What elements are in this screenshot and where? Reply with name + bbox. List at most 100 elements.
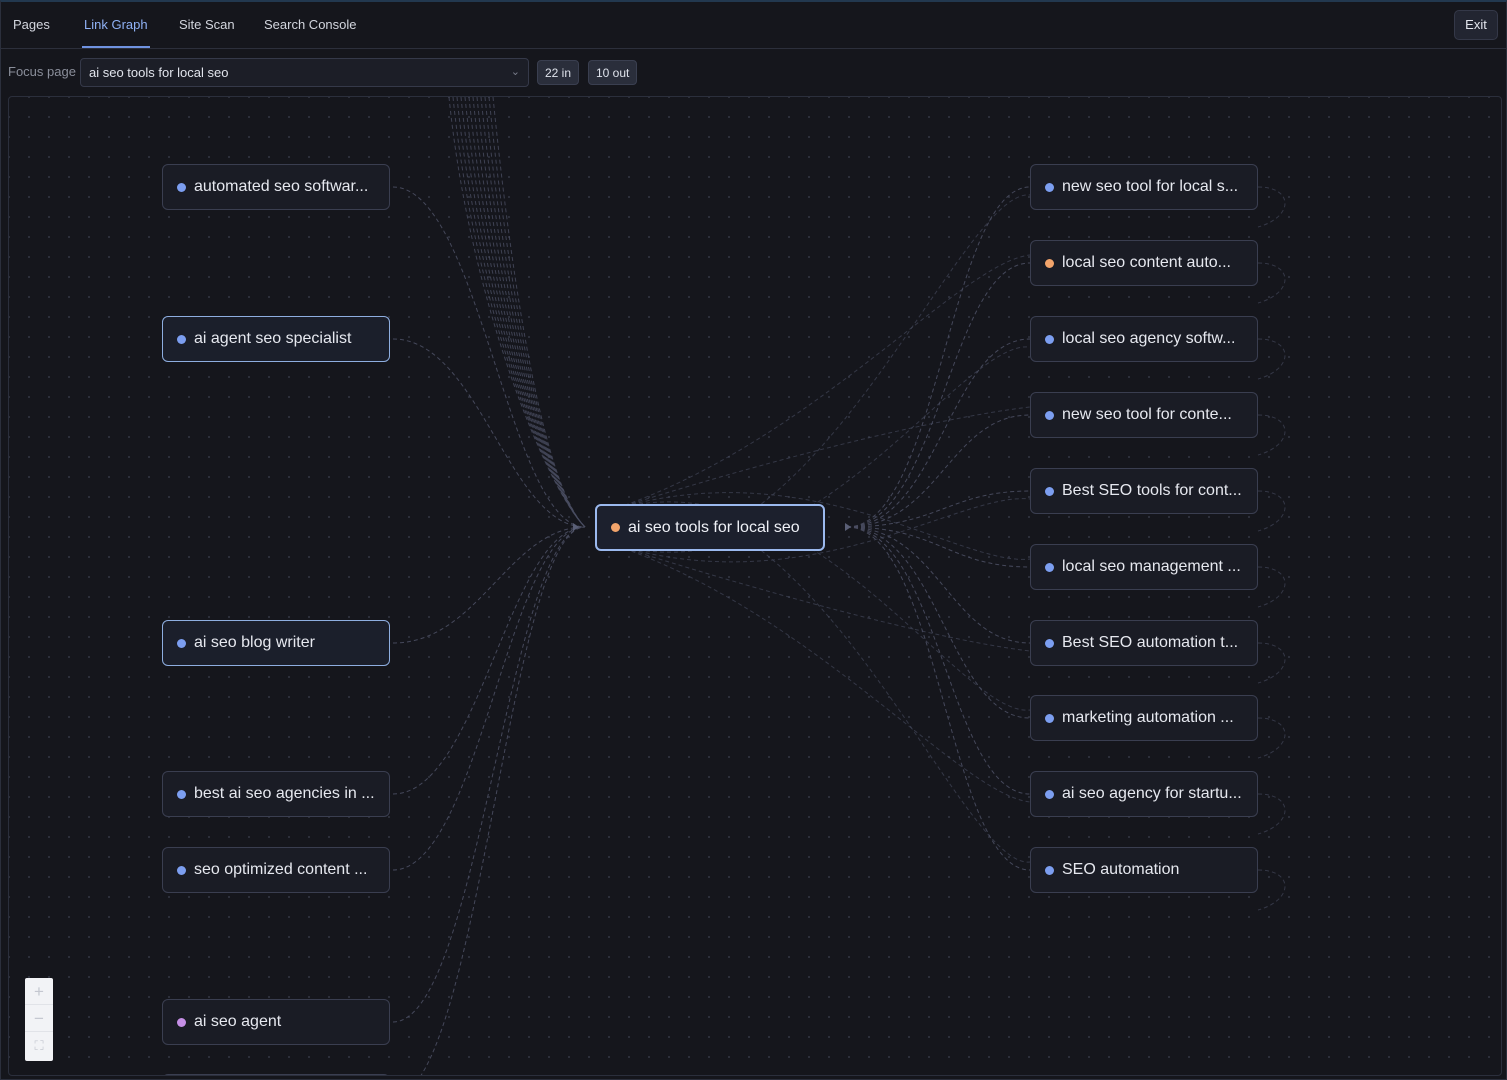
- link-edge: [456, 97, 586, 528]
- exit-button[interactable]: Exit: [1454, 10, 1498, 40]
- left-node-automated-seo-software[interactable]: automated seo softwar...: [162, 164, 390, 210]
- node-label: new seo tool for conte...: [1062, 406, 1232, 423]
- node-label: best ai seo agencies in ...: [194, 785, 375, 802]
- node-label: ai seo agency for startu...: [1062, 785, 1242, 802]
- tab-pages[interactable]: Pages: [11, 2, 52, 48]
- right-node-marketing-automation[interactable]: marketing automation ...: [1030, 695, 1258, 741]
- graph-edges: [392, 97, 1286, 1075]
- right-node-local-seo-agency-software[interactable]: local seo agency softw...: [1030, 316, 1258, 362]
- node-dot-icon: [1045, 487, 1054, 496]
- node-label: new seo tool for local s...: [1062, 178, 1239, 195]
- link-edge: [1257, 338, 1286, 380]
- inbound-count-badge: 22 in: [537, 60, 580, 85]
- outbound-count-badge: 10 out: [588, 60, 638, 85]
- link-edge: [468, 97, 586, 528]
- node-dot-icon: [1045, 183, 1054, 192]
- node-label: local seo agency softw...: [1062, 330, 1236, 347]
- node-label: Best SEO tools for cont...: [1062, 482, 1242, 499]
- link-edge: [604, 254, 1031, 513]
- node-dot-icon: [1045, 866, 1054, 875]
- tab-search-console[interactable]: Search Console: [262, 2, 359, 48]
- node-label: automated seo softwar...: [194, 178, 369, 195]
- node-label: local seo management ...: [1062, 558, 1241, 575]
- app-window: Pages Link Graph Site Scan Search Consol…: [0, 0, 1507, 1080]
- node-dot-icon: [1045, 259, 1054, 268]
- node-dot-icon: [177, 866, 186, 875]
- link-edge: [846, 526, 1031, 795]
- node-dot-icon: [1045, 639, 1054, 648]
- edge-arrow-icon: [845, 523, 851, 531]
- right-node-ai-seo-agency-startups[interactable]: ai seo agency for startu...: [1030, 771, 1258, 817]
- left-node-best-ai-seo-agencies[interactable]: best ai seo agencies in ...: [162, 771, 390, 817]
- node-dot-icon: [611, 523, 620, 532]
- left-node-seo-optimized-content[interactable]: seo optimized content ...: [162, 847, 390, 893]
- link-edge: [392, 526, 586, 795]
- node-dot-icon: [1045, 563, 1054, 572]
- link-edge: [604, 541, 1031, 652]
- zoom-in-button[interactable]: +: [25, 978, 53, 1005]
- node-label: seo optimized content ...: [194, 861, 368, 878]
- link-edge: [604, 541, 1031, 803]
- left-node-ai-seo-blog-writer[interactable]: ai seo blog writer: [162, 620, 390, 666]
- node-dot-icon: [1045, 790, 1054, 799]
- right-node-seo-automation[interactable]: SEO automation: [1030, 847, 1258, 893]
- node-dot-icon: [1045, 411, 1054, 420]
- right-node-best-seo-tools-content[interactable]: Best SEO tools for cont...: [1030, 468, 1258, 514]
- node-label: SEO automation: [1062, 861, 1180, 878]
- node-label: local seo content auto...: [1062, 254, 1231, 271]
- right-node-new-seo-tool-local[interactable]: new seo tool for local s...: [1030, 164, 1258, 210]
- link-edge: [420, 526, 586, 1075]
- node-dot-icon: [177, 639, 186, 648]
- link-edge: [604, 406, 1031, 513]
- tab-link-graph[interactable]: Link Graph: [82, 2, 150, 48]
- link-edge: [1257, 414, 1286, 456]
- link-edge: [1257, 566, 1286, 608]
- link-edge: [464, 97, 586, 528]
- right-node-best-seo-automation[interactable]: Best SEO automation t...: [1030, 620, 1258, 666]
- link-edge: [392, 526, 586, 871]
- link-graph-canvas[interactable]: automated seo softwar... ai agent seo sp…: [8, 96, 1502, 1076]
- link-edge: [846, 490, 1031, 528]
- focus-page-label: Focus page: [8, 64, 76, 79]
- tab-bar: Pages Link Graph Site Scan Search Consol…: [1, 2, 1506, 49]
- zoom-controls: + − ⛶: [25, 978, 53, 1061]
- left-node-ai-seo-agent[interactable]: ai seo agent: [162, 999, 390, 1045]
- link-edge: [604, 504, 1031, 863]
- chevron-down-icon: ⌄: [510, 66, 520, 78]
- node-label: ai seo agent: [194, 1013, 282, 1030]
- tab-site-scan[interactable]: Site Scan: [177, 2, 237, 48]
- node-dot-icon: [177, 1018, 186, 1027]
- node-dot-icon: [177, 790, 186, 799]
- link-edge: [1257, 186, 1286, 228]
- right-node-local-seo-management[interactable]: local seo management ...: [1030, 544, 1258, 590]
- link-edge: [846, 526, 1031, 719]
- fit-view-button[interactable]: ⛶: [25, 1032, 53, 1059]
- right-node-new-seo-tool-content[interactable]: new seo tool for conte...: [1030, 392, 1258, 438]
- zoom-out-button[interactable]: −: [25, 1005, 53, 1032]
- link-edge: [1257, 869, 1286, 911]
- edge-arrow-icon: [573, 523, 579, 531]
- link-edge: [488, 97, 586, 528]
- node-dot-icon: [1045, 714, 1054, 723]
- left-node-partial[interactable]: [162, 1074, 390, 1075]
- right-node-local-seo-content-auto[interactable]: local seo content auto...: [1030, 240, 1258, 286]
- node-dot-icon: [1045, 335, 1054, 344]
- link-edge: [392, 526, 586, 1023]
- link-edge: [846, 526, 1031, 644]
- node-label: ai seo tools for local seo: [628, 519, 800, 536]
- node-dot-icon: [177, 183, 186, 192]
- link-edge: [1257, 262, 1286, 304]
- link-edge: [1257, 642, 1286, 684]
- link-edge: [392, 338, 586, 528]
- left-node-ai-agent-seo-specialist[interactable]: ai agent seo specialist: [162, 316, 390, 362]
- link-edge: [460, 97, 586, 528]
- link-edge: [846, 526, 1031, 871]
- node-dot-icon: [177, 335, 186, 344]
- focus-page-select[interactable]: ai seo tools for local seo ⌄: [80, 58, 529, 87]
- link-edge: [1257, 717, 1286, 759]
- link-edge: [1257, 793, 1286, 835]
- node-label: Best SEO automation t...: [1062, 634, 1239, 651]
- focus-node[interactable]: ai seo tools for local seo: [595, 504, 825, 551]
- node-label: ai agent seo specialist: [194, 330, 352, 347]
- link-edge: [846, 262, 1031, 528]
